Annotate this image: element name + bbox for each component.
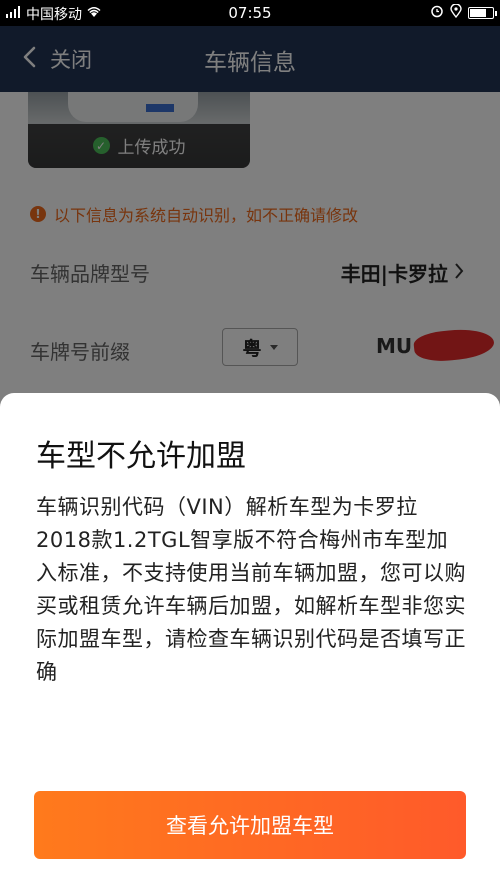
battery-icon	[468, 7, 497, 19]
status-right	[430, 3, 497, 22]
status-time: 07:55	[228, 4, 272, 22]
view-allowed-models-button[interactable]: 查看允许加盟车型	[34, 791, 466, 859]
dialog-title: 车型不允许加盟	[36, 439, 246, 474]
alarm-icon	[430, 4, 444, 22]
vehicle-not-allowed-dialog: 车型不允许加盟 车辆识别代码（VIN）解析车型为卡罗拉2018款1.2TGL智享…	[0, 393, 500, 889]
dialog-message: 车辆识别代码（VIN）解析车型为卡罗拉2018款1.2TGL智享版不符合梅州市车…	[36, 495, 466, 684]
location-icon	[450, 3, 462, 22]
status-bar: 中国移动 07:55	[0, 0, 500, 26]
